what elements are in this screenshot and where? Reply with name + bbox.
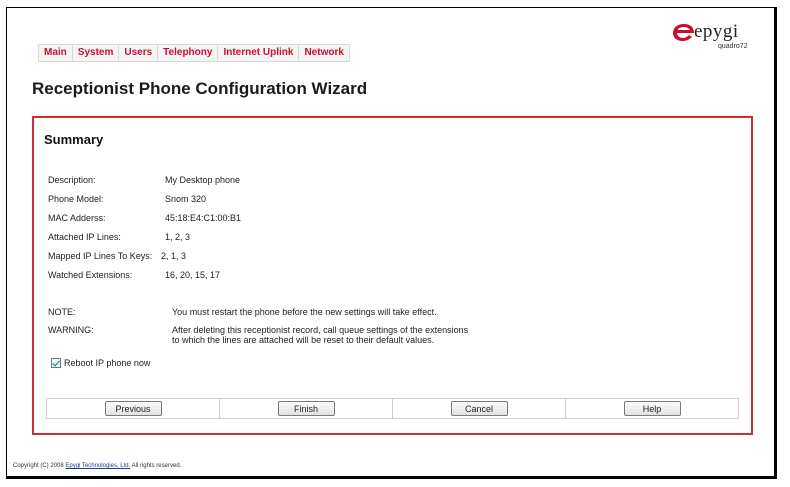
field-value: 16, 20, 15, 17 xyxy=(165,270,221,280)
field-label: Mapped IP Lines To Keys: xyxy=(48,251,153,261)
copyright-prefix: Copyright (C) 2008 xyxy=(13,463,66,469)
wizard-button-bar: Previous Finish Cancel Help xyxy=(46,398,739,419)
company-link[interactable]: Epygi Technologies, Ltd. xyxy=(65,463,130,469)
button-cell: Help xyxy=(566,399,738,418)
button-cell: Finish xyxy=(220,399,393,418)
reboot-label: Reboot IP phone now xyxy=(64,358,151,368)
button-cell: Cancel xyxy=(393,399,566,418)
finish-button[interactable]: Finish xyxy=(277,401,335,416)
warning-text-line2: to which the lines are attached will be … xyxy=(172,335,435,345)
epygi-logo-icon xyxy=(673,24,694,41)
field-label: Description: xyxy=(48,175,96,185)
nav-system[interactable]: System xyxy=(73,45,120,61)
note-text: You must restart the phone before the ne… xyxy=(172,307,437,317)
brand-logo: epygi quadro72 xyxy=(672,18,752,52)
field-label: MAC Adderss: xyxy=(48,213,106,223)
top-navigation: Main System Users Telephony Internet Upl… xyxy=(38,44,350,62)
button-cell: Previous xyxy=(47,399,220,418)
logo-wordmark: epygi xyxy=(694,21,739,42)
field-value: My Desktop phone xyxy=(165,175,241,185)
reboot-ip-phone-checkbox[interactable]: Reboot IP phone now xyxy=(51,358,150,368)
field-value: Snom 320 xyxy=(165,194,207,204)
device-model: quadro72 xyxy=(718,43,748,50)
field-label: Attached IP Lines: xyxy=(48,232,121,242)
nav-telephony[interactable]: Telephony xyxy=(158,45,219,61)
field-value: 2, 1, 3 xyxy=(161,251,187,261)
nav-network[interactable]: Network xyxy=(299,45,348,61)
warning-text-line1: After deleting this receptionist record,… xyxy=(172,325,469,335)
warning-label: WARNING: xyxy=(48,325,94,335)
cancel-button[interactable]: Cancel xyxy=(450,401,508,416)
help-button[interactable]: Help xyxy=(623,401,681,416)
note-label: NOTE: xyxy=(48,307,76,317)
page-title: Receptionist Phone Configuration Wizard xyxy=(32,79,368,98)
summary-heading: Summary xyxy=(44,132,104,147)
previous-button[interactable]: Previous xyxy=(104,401,162,416)
field-value: 1, 2, 3 xyxy=(165,232,191,242)
checkbox-checked-icon[interactable] xyxy=(51,358,61,368)
field-label: Watched Extensions: xyxy=(48,270,133,280)
nav-internet-uplink[interactable]: Internet Uplink xyxy=(218,45,300,61)
field-value: 45:18:E4:C1:00:B1 xyxy=(165,213,242,223)
field-label: Phone Model: xyxy=(48,194,104,204)
footer-copyright: Copyright (C) 2008 Epygi Technologies, L… xyxy=(13,463,181,469)
nav-users[interactable]: Users xyxy=(119,45,159,61)
copyright-suffix: All rights reserved. xyxy=(130,463,182,469)
summary-panel: Summary Description: My Desktop phone Ph… xyxy=(32,116,753,435)
nav-main[interactable]: Main xyxy=(39,45,73,61)
